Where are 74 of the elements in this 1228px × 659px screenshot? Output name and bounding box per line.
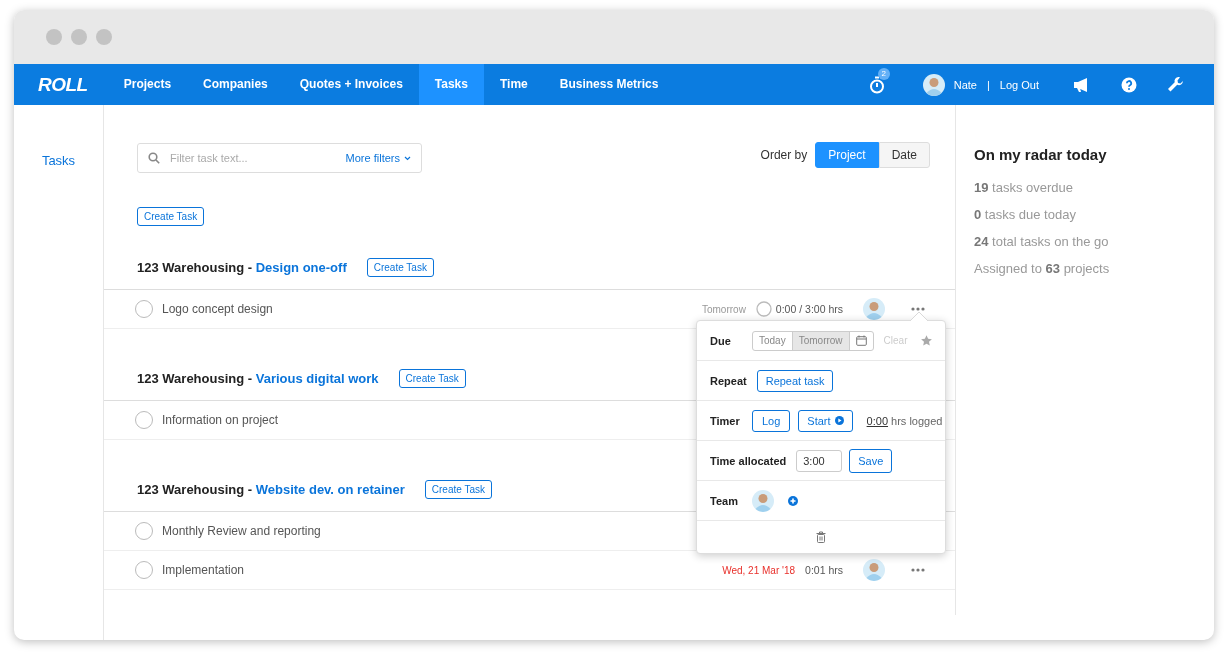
field-label: Time allocated <box>710 454 787 467</box>
stopwatch-icon[interactable] <box>868 75 885 94</box>
project-link[interactable]: Various digital work <box>255 370 379 386</box>
more-icon[interactable] <box>911 307 925 311</box>
field-label: Timer <box>710 414 741 427</box>
avatar-icon <box>752 489 774 512</box>
nav-tab[interactable]: Companies <box>187 64 284 105</box>
avatar-icon <box>863 559 885 581</box>
nav-tab[interactable]: Time <box>483 64 544 105</box>
logo[interactable]: ROLL <box>38 73 88 96</box>
project-link[interactable]: Website dev. on retainer <box>255 481 405 497</box>
caret-icon <box>404 155 411 161</box>
time-input[interactable]: 3:00 <box>796 449 843 472</box>
task-name: Logo concept design <box>162 302 273 316</box>
sort-option[interactable]: Date <box>878 142 930 168</box>
sort-option[interactable]: Project <box>815 142 879 168</box>
avatar-icon <box>863 298 885 320</box>
wrench-icon[interactable] <box>1167 76 1184 93</box>
avatar-icon <box>922 73 945 96</box>
user-name[interactable]: Nate <box>953 78 977 91</box>
create-task-button[interactable]: Create Task <box>137 207 205 226</box>
save-button[interactable]: Save <box>849 448 893 473</box>
filter-field[interactable]: Filter task text... More filters <box>137 143 422 173</box>
due-option[interactable]: Tomorrow <box>792 331 850 350</box>
stat-text: Assigned to 63 projects <box>974 261 1111 276</box>
window-dot-icon[interactable] <box>71 29 87 45</box>
field-label: Due <box>710 334 732 347</box>
project-link[interactable]: Design one-off <box>255 259 347 275</box>
help-icon[interactable] <box>1121 76 1137 93</box>
window-dot-icon[interactable] <box>96 29 112 45</box>
task-name: Information on project <box>162 413 279 427</box>
time-text: 0:00 / 3:00 hrs <box>775 303 843 315</box>
nav-tab[interactable]: Projects <box>107 64 188 105</box>
log-button[interactable]: Log <box>752 409 791 432</box>
start-button[interactable]: Start <box>798 409 853 432</box>
more-icon[interactable] <box>911 568 925 572</box>
create-task-button[interactable]: Create Task <box>366 257 434 277</box>
stat-text: 19 tasks overdue <box>974 180 1074 195</box>
time-text: 0:01 hrs <box>805 564 843 576</box>
nav-tab[interactable]: Business Metrics <box>543 64 675 105</box>
separator-text: | <box>987 78 990 91</box>
group-heading: 123 Warehousing - Website dev. on retainer <box>137 481 405 497</box>
timer-circle-icon[interactable] <box>755 301 772 317</box>
create-task-button[interactable]: Create Task <box>398 368 466 388</box>
group-heading: 123 Warehousing - Design one-off <box>137 259 347 275</box>
task-name: Monthly Review and reporting <box>162 524 321 538</box>
logout-link[interactable]: Log Out <box>999 78 1039 91</box>
create-task-button[interactable]: Create Task <box>424 479 492 499</box>
stat-text: 24 total tasks on the go <box>974 234 1110 249</box>
more-filters-link[interactable]: More filters <box>345 152 411 164</box>
panel-title: On my radar today <box>974 146 1108 163</box>
window-dot-icon[interactable] <box>46 29 62 45</box>
group-heading: 123 Warehousing - Various digital work <box>137 370 379 386</box>
due-date: Tomorrow <box>701 303 746 315</box>
repeat-task-button[interactable]: Repeat task <box>756 369 834 392</box>
search-icon <box>148 152 160 164</box>
stat-text: 0 tasks due today <box>974 207 1077 222</box>
field-label: Repeat <box>710 374 747 387</box>
logged-time-link[interactable]: 0:00 <box>866 414 888 427</box>
star-icon[interactable] <box>921 335 932 346</box>
add-icon[interactable] <box>788 495 798 506</box>
calendar-icon <box>855 335 867 346</box>
due-option[interactable]: Today <box>753 331 793 350</box>
task-name: Implementation <box>162 563 245 577</box>
nav-tab[interactable]: Quotes + Invoices <box>283 64 419 105</box>
order-by-label: Order by <box>760 148 808 162</box>
due-date: Wed, 21 Mar '18 <box>722 564 796 576</box>
field-label: Team <box>710 494 739 507</box>
nav-tab[interactable]: Tasks <box>418 64 484 105</box>
trash-icon[interactable] <box>816 531 826 543</box>
sidebar-link[interactable]: Tasks <box>41 153 76 168</box>
logged-time-text: 0:00 hrs logged <box>866 414 943 427</box>
play-icon <box>834 416 844 425</box>
count-badge: 2 <box>877 67 890 80</box>
